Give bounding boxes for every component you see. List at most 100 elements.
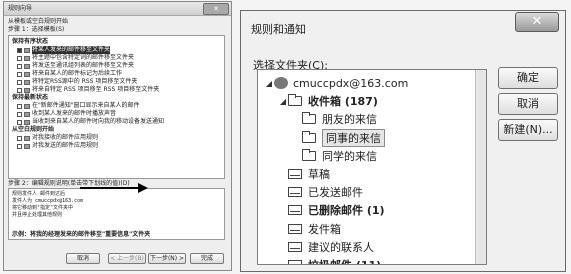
template-checkbox[interactable] bbox=[17, 111, 22, 117]
template-item-label: 当收到来自某人的邮件时向我的移动设备发送通知 bbox=[32, 118, 165, 125]
folder-icon bbox=[302, 130, 316, 143]
tree-node[interactable]: 建议的联系人 bbox=[278, 238, 374, 256]
tree-node[interactable]: 草稿 bbox=[278, 165, 330, 183]
close-button[interactable]: ✕ bbox=[203, 3, 229, 15]
back-button[interactable]: < 上一步(B) bbox=[108, 253, 146, 264]
template-item-label: 将来自某人的邮件标记为后续工作 bbox=[32, 70, 123, 77]
tree-node-label: 收件箱 (187) bbox=[308, 95, 378, 109]
template-item-label: 对我发送的邮件应用规则 bbox=[32, 142, 99, 149]
template-checkbox[interactable] bbox=[17, 119, 22, 125]
tree-node[interactable]: 已删除邮件 (1) bbox=[278, 201, 385, 219]
next-button[interactable]: 下一步(N) > bbox=[148, 253, 186, 264]
template-checkbox[interactable] bbox=[17, 79, 22, 85]
tree-node[interactable]: 同事的来信 bbox=[292, 128, 385, 147]
tree-node[interactable]: ◢ 收件箱 (187) bbox=[278, 92, 378, 110]
deleted-icon bbox=[288, 205, 302, 216]
tree-node[interactable]: 已发送邮件 bbox=[278, 183, 363, 201]
template-item[interactable]: 将来自特定 RSS 项目移至 RSS 项目移至文件夹 bbox=[17, 86, 159, 94]
rule-icon bbox=[24, 119, 30, 125]
tree-node[interactable]: 同学的来信 bbox=[292, 147, 377, 165]
template-group-heading: 保持最新状态 bbox=[12, 94, 49, 101]
tree-scrollbar[interactable] bbox=[475, 70, 486, 264]
template-item-label: 将发送至通讯组列表的邮件移至文件夹 bbox=[32, 62, 135, 69]
dialog-title: 规则和通知 bbox=[251, 23, 306, 36]
template-item[interactable]: 将发送至通讯组列表的邮件移至文件夹 bbox=[17, 62, 134, 70]
template-checkbox[interactable] bbox=[17, 87, 22, 93]
folder-icon bbox=[302, 112, 316, 125]
template-item[interactable]: 将某人发来的邮件移至文件夹 bbox=[17, 46, 111, 54]
rule-icon bbox=[24, 135, 30, 141]
tree-node-label: 发件箱 bbox=[308, 222, 341, 236]
select-folder-dialog: 规则和通知 ✕ 选择文件夹(C): ◢ cmuccpdx@163.com ◢ 收件箱 … bbox=[240, 10, 566, 272]
rule-icon bbox=[24, 47, 30, 53]
expand-arrow-icon[interactable]: ◢ bbox=[264, 79, 274, 88]
new-folder-button[interactable]: 新建(N)... bbox=[498, 119, 558, 141]
folder-icon bbox=[302, 148, 316, 161]
desc-line[interactable]: 规则发件人 邮件到达后 bbox=[12, 191, 65, 198]
template-item[interactable]: 当收到来自某人的邮件时向我的移动设备发送通知 bbox=[17, 118, 164, 126]
rule-description-box: 规则发件人 邮件到达后 发件人为 cmuccpdx@163.com 将它移动到"… bbox=[8, 188, 225, 240]
rule-icon bbox=[24, 63, 30, 69]
tree-node[interactable]: ◢ cmuccpdx@163.com bbox=[264, 74, 408, 92]
rule-icon bbox=[24, 87, 30, 93]
template-group-heading: 保持有序状态 bbox=[12, 38, 49, 45]
contacts-icon bbox=[288, 241, 302, 252]
rule-icon bbox=[24, 55, 30, 61]
desc-line[interactable]: 将它移动到"指定"文件夹中 bbox=[12, 205, 73, 212]
finish-button[interactable]: 完成 bbox=[190, 253, 224, 264]
outbox-icon bbox=[288, 223, 302, 234]
tree-node-label: cmuccpdx@163.com bbox=[293, 76, 409, 90]
tree-node-label: 草稿 bbox=[308, 168, 330, 181]
tree-node[interactable]: 朋友的来信 bbox=[292, 110, 377, 128]
template-item[interactable]: 将来自某人的邮件标记为后续工作 bbox=[17, 70, 122, 78]
template-checkbox[interactable] bbox=[17, 63, 22, 69]
tree-node[interactable]: 发件箱 bbox=[278, 220, 341, 238]
template-checkbox[interactable] bbox=[17, 135, 22, 141]
tree-node-label: 同学的来信 bbox=[322, 149, 377, 163]
template-group-heading: 从空白规则开始 bbox=[12, 126, 55, 133]
template-item-label: 在"新邮件通知"窗口显示来自某人的邮件 bbox=[32, 102, 140, 109]
template-item[interactable]: 对我接收的邮件应用规则 bbox=[17, 134, 98, 142]
tree-node-label: 垃圾邮件 (11) bbox=[308, 257, 381, 264]
rule-icon bbox=[24, 143, 30, 149]
step1-label: 步骤 1：选择模板(S) bbox=[8, 26, 65, 33]
template-item[interactable]: 在"新邮件通知"窗口显示来自某人的邮件 bbox=[17, 102, 140, 110]
template-item-label: 对我接收的邮件应用规则 bbox=[32, 134, 99, 141]
close-button[interactable]: ✕ bbox=[515, 12, 559, 32]
ok-button[interactable]: 确定 bbox=[498, 67, 558, 89]
template-checkbox[interactable] bbox=[17, 55, 22, 61]
tree-node[interactable]: 垃圾邮件 (11) bbox=[278, 256, 381, 264]
expand-arrow-icon[interactable]: ◢ bbox=[278, 97, 288, 106]
rule-icon bbox=[24, 71, 30, 77]
template-item-label: 收到某人发来的邮件时播放声音 bbox=[32, 110, 117, 117]
template-item-label: 将来自特定 RSS 项目移至 RSS 项目移至文件夹 bbox=[32, 86, 160, 93]
junk-icon bbox=[288, 260, 302, 264]
tree-node-label: 建议的联系人 bbox=[308, 240, 374, 254]
rule-icon bbox=[24, 103, 30, 109]
tree-node-label: 已发送邮件 bbox=[308, 186, 363, 200]
desc-line[interactable]: 发件人为 cmuccpdx@163.com bbox=[12, 198, 83, 205]
rule-icon bbox=[24, 79, 30, 85]
tree-node-label: 已删除邮件 (1) bbox=[308, 204, 385, 218]
rule-icon bbox=[24, 111, 30, 117]
template-list[interactable]: 保持有序状态 将某人发来的邮件移至文件夹 将主题中包含特定词的邮件移至文件夹 将发送至… bbox=[8, 35, 225, 179]
template-checkbox[interactable] bbox=[17, 71, 22, 77]
desc-line: 并且停止处理其他规则 bbox=[12, 212, 63, 218]
account-icon bbox=[274, 77, 288, 89]
folder-tree[interactable]: ◢ cmuccpdx@163.com ◢ 收件箱 (187) 朋友的来信 同事的来信同学的… bbox=[257, 69, 487, 265]
template-checkbox[interactable] bbox=[17, 143, 22, 149]
template-item[interactable]: 收到某人发来的邮件时播放声音 bbox=[17, 110, 116, 118]
template-checkbox[interactable] bbox=[17, 47, 22, 53]
cancel-button[interactable]: 取消 bbox=[66, 253, 100, 264]
template-item[interactable]: 对我发送的邮件应用规则 bbox=[17, 142, 98, 150]
rules-wizard-dialog: 规则向导 ✕ 从模板或空白规则开始 步骤 1：选择模板(S) 保持有序状态 将某人… bbox=[3, 1, 232, 271]
dialog-title: 规则向导 bbox=[8, 5, 33, 12]
template-item[interactable]: 将特定RSS源中的 RSS 项目移至文件夹 bbox=[17, 78, 137, 86]
folder-icon bbox=[288, 94, 302, 107]
template-item-label: 将某人发来的邮件移至文件夹 bbox=[32, 46, 111, 54]
cancel-button[interactable]: 取消 bbox=[498, 93, 558, 115]
tree-node-label: 同事的来信 bbox=[322, 128, 385, 147]
template-item[interactable]: 将主题中包含特定词的邮件移至文件夹 bbox=[17, 54, 134, 62]
template-checkbox[interactable] bbox=[17, 103, 22, 109]
drafts-icon bbox=[288, 169, 302, 179]
